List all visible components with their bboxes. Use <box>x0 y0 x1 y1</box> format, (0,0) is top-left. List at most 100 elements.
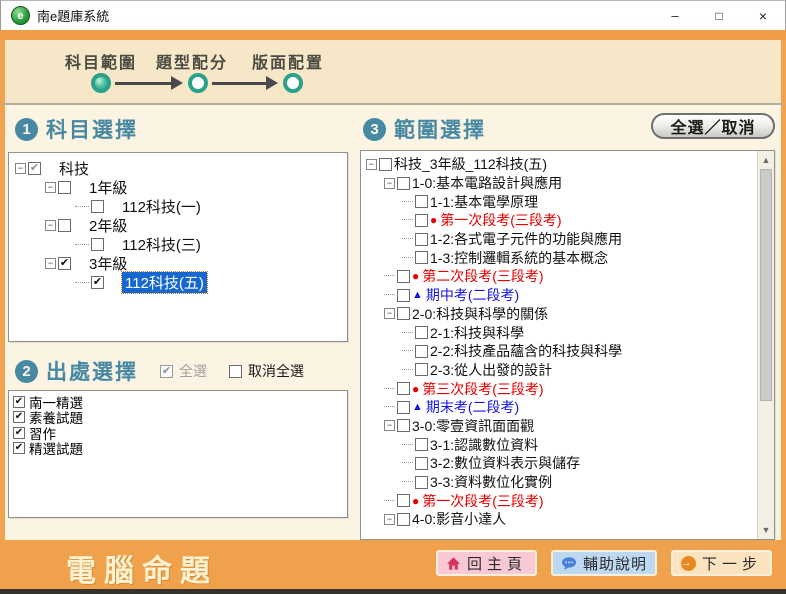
tree-checkbox[interactable] <box>397 419 410 432</box>
tree-item[interactable]: −1-0:基本電路設計與應用 <box>361 174 757 193</box>
tree-checkbox[interactable] <box>58 219 71 232</box>
deselect-all-label[interactable]: 取消全選 <box>248 361 304 381</box>
minimize-button[interactable]: – <box>653 1 697 30</box>
tree-item[interactable]: 112科技(一) <box>9 197 347 216</box>
tree-item-label[interactable]: 3-0:零壹資訊面面觀 <box>412 416 534 436</box>
tree-checkbox[interactable]: ✔ <box>13 411 25 423</box>
tree-checkbox[interactable] <box>397 289 410 302</box>
tree-item[interactable]: ●第三次段考(三段考) <box>361 379 757 398</box>
tree-item[interactable]: − 1年級 <box>9 178 347 197</box>
tree-item-label[interactable]: 112科技(一) <box>122 196 201 217</box>
select-all-checkbox-box[interactable]: ✔ <box>160 365 173 378</box>
deselect-all-checkbox-box[interactable] <box>229 365 242 378</box>
tree-item-label[interactable]: 1年級 <box>89 177 127 198</box>
tree-item-label[interactable]: 2年級 <box>89 215 127 236</box>
step-circle-3[interactable] <box>283 73 303 93</box>
tree-item[interactable]: 1-2:各式電子元件的功能與應用 <box>361 230 757 249</box>
tree-item-label[interactable]: 精選試題 <box>29 438 83 458</box>
tree-item-label[interactable]: 期末考(二段考) <box>426 397 519 417</box>
tree-checkbox[interactable] <box>397 382 410 395</box>
tree-item-label[interactable]: 112科技(三) <box>122 234 201 255</box>
title-bar[interactable]: e 南e題庫系統 – □ × <box>0 0 786 30</box>
tree-checkbox[interactable] <box>379 158 392 171</box>
tree-item-label[interactable]: 科技 <box>59 158 89 179</box>
tree-checkbox[interactable] <box>397 307 410 320</box>
collapse-expander-icon[interactable]: − <box>15 163 26 174</box>
tree-item[interactable]: 3-2:數位資料表示與儲存 <box>361 454 757 473</box>
tree-item-label[interactable]: 3-2:數位資料表示與儲存 <box>430 453 580 473</box>
tree-item[interactable]: ✔精選試題 <box>9 441 347 457</box>
scroll-up-icon[interactable]: ▲ <box>758 152 774 168</box>
collapse-expander-icon[interactable]: − <box>45 220 56 231</box>
collapse-expander-icon[interactable]: − <box>45 258 56 269</box>
maximize-button[interactable]: □ <box>697 1 741 30</box>
tree-checkbox[interactable] <box>415 233 428 246</box>
home-button[interactable]: 回主頁 <box>436 550 537 576</box>
tree-checkbox[interactable] <box>91 200 104 213</box>
tree-item[interactable]: −3-0:零壹資訊面面觀 <box>361 417 757 436</box>
tree-item[interactable]: 2-1:科技與科學 <box>361 323 757 342</box>
tree-checkbox[interactable] <box>415 363 428 376</box>
tree-item-label[interactable]: 3-1:認識數位資料 <box>430 435 538 455</box>
tree-item-label[interactable]: 2-2:科技產品蘊含的科技與科學 <box>430 341 622 361</box>
tree-item-label[interactable]: 1-1:基本電學原理 <box>430 192 538 212</box>
tree-item[interactable]: −✔ 3年級 <box>9 254 347 273</box>
tree-checkbox[interactable] <box>415 326 428 339</box>
tree-item[interactable]: ●第二次段考(三段考) <box>361 267 757 286</box>
tree-checkbox[interactable] <box>415 457 428 470</box>
tree-checkbox[interactable]: ✔ <box>28 162 41 175</box>
deselect-all-checkbox[interactable]: 取消全選 <box>229 361 304 381</box>
tree-item[interactable]: − 2-0:科技與科學的關係 <box>361 305 757 324</box>
tree-item[interactable]: 3-3:資料數位化實例 <box>361 473 757 492</box>
tree-item[interactable]: 2-3:從人出發的設計 <box>361 361 757 380</box>
tree-item-label[interactable]: 3年級 <box>89 253 127 274</box>
tree-checkbox[interactable] <box>415 251 428 264</box>
next-step-button[interactable]: → 下一步 <box>671 550 772 576</box>
tree-item-label[interactable]: 2-3:從人出發的設計 <box>430 360 552 380</box>
tree-checkbox[interactable] <box>397 401 410 414</box>
step-circle-1-active[interactable] <box>91 73 111 93</box>
tree-checkbox[interactable] <box>91 238 104 251</box>
tree-item-label[interactable]: 4-0:影音小達人 <box>412 509 506 529</box>
tree-item-label[interactable]: 期中考(二段考) <box>426 285 519 305</box>
tree-item[interactable]: ●第一次段考(三段考) <box>361 211 757 230</box>
scrollbar-thumb[interactable] <box>760 169 772 401</box>
tree-checkbox[interactable]: ✔ <box>58 257 71 270</box>
tree-checkbox[interactable]: ✔ <box>13 427 25 439</box>
tree-checkbox[interactable] <box>397 513 410 526</box>
tree-checkbox[interactable] <box>397 494 410 507</box>
collapse-expander-icon[interactable]: − <box>384 308 395 319</box>
tree-item[interactable]: 1-3:控制邏輯系統的基本概念 <box>361 248 757 267</box>
tree-item-label[interactable]: 第一次段考(三段考) <box>422 491 543 511</box>
collapse-expander-icon[interactable]: − <box>384 514 395 525</box>
tree-checkbox[interactable] <box>58 181 71 194</box>
tree-checkbox[interactable] <box>415 476 428 489</box>
tree-checkbox[interactable] <box>415 195 428 208</box>
tree-item-label[interactable]: 2-0:科技與科學的關係 <box>412 304 548 324</box>
tree-item-label[interactable]: 第一次段考(三段考) <box>440 210 561 230</box>
step-circle-2[interactable] <box>188 73 208 93</box>
tree-item-label[interactable]: 1-0:基本電路設計與應用 <box>412 173 562 193</box>
tree-checkbox[interactable] <box>415 345 428 358</box>
tree-checkbox[interactable]: ✔ <box>91 276 104 289</box>
tree-item-label[interactable]: 112科技(五) <box>122 272 207 293</box>
tree-item[interactable]: − 4-0:影音小達人 <box>361 510 757 529</box>
tree-item-label[interactable]: 3-3:資料數位化實例 <box>430 472 552 492</box>
tree-item-label[interactable]: 1-3:控制邏輯系統的基本概念 <box>430 248 608 268</box>
tree-item-label[interactable]: 2-1:科技與科學 <box>430 323 524 343</box>
tree-item-label[interactable]: 第三次段考(三段考) <box>422 379 543 399</box>
tree-item[interactable]: ✔ 112科技(五) <box>9 273 347 292</box>
tree-checkbox[interactable] <box>415 438 428 451</box>
tree-checkbox[interactable]: ✔ <box>13 396 25 408</box>
select-toggle-all-button[interactable]: 全選／取消 <box>651 113 775 139</box>
tree-item[interactable]: 3-1:認識數位資料 <box>361 435 757 454</box>
tree-checkbox[interactable] <box>397 177 410 190</box>
collapse-expander-icon[interactable]: − <box>45 182 56 193</box>
tree-item-label[interactable]: 第二次段考(三段考) <box>422 266 543 286</box>
scroll-down-icon[interactable]: ▼ <box>758 522 774 538</box>
tree-item[interactable]: − 2年級 <box>9 216 347 235</box>
tree-item[interactable]: ●第一次段考(三段考) <box>361 491 757 510</box>
tree-item[interactable]: ▲期末考(二段考) <box>361 398 757 417</box>
tree-checkbox[interactable] <box>415 214 428 227</box>
tree-checkbox[interactable] <box>397 270 410 283</box>
